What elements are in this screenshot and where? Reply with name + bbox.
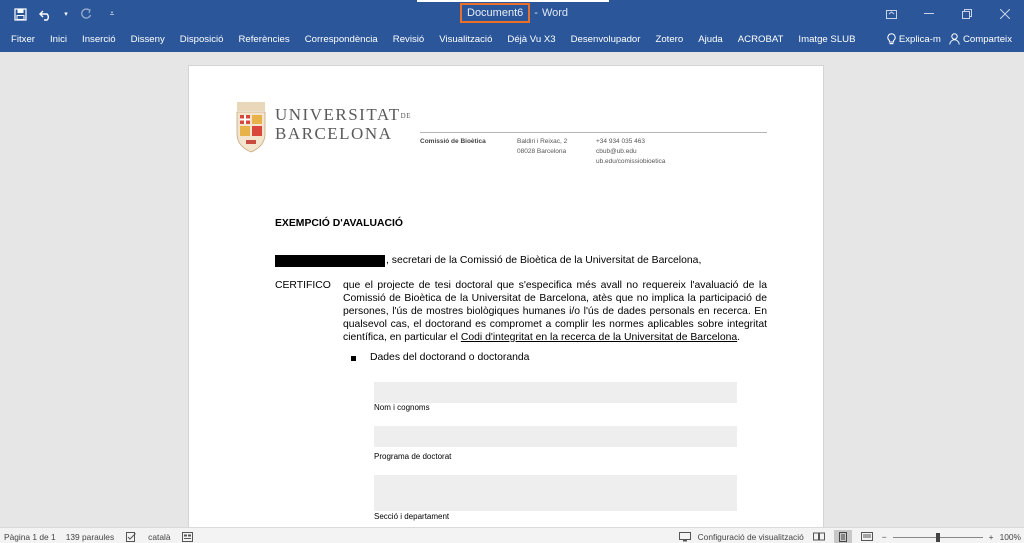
language-indicator[interactable]: català [148, 532, 170, 542]
accessibility-icon[interactable] [181, 531, 195, 543]
redacted-name [275, 255, 385, 267]
save-icon[interactable] [10, 4, 30, 24]
word-count[interactable]: 139 paraules [66, 532, 114, 542]
certifico-paragraph: que el projecte de tesi doctoral que s'e… [343, 280, 767, 345]
proofing-icon[interactable] [124, 531, 138, 543]
header-phone: +34 934 035 463 [596, 138, 645, 145]
ribbon-display-icon[interactable] [872, 0, 910, 28]
person-icon [949, 33, 960, 45]
undo-icon[interactable] [36, 4, 56, 24]
tab-referencies[interactable]: Referències [239, 34, 290, 45]
header-web: ub.edu/comissiobioetica [596, 158, 666, 165]
field-name-label: Nom i cognoms [374, 403, 430, 412]
title-separator: - [534, 7, 538, 19]
share-button[interactable]: Comparteix [949, 33, 1012, 45]
certifico-label: CERTIFICO [275, 280, 331, 291]
zoom-out-button[interactable]: − [882, 532, 887, 542]
lightbulb-icon [887, 33, 896, 45]
bullet-marker [351, 356, 356, 361]
display-settings-icon[interactable] [678, 531, 692, 543]
restore-icon[interactable] [948, 0, 986, 28]
university-de: DE [400, 112, 411, 120]
window-title: Document6 - Word [460, 3, 568, 23]
customize-qat-icon[interactable]: ⩡ [102, 4, 122, 24]
document-heading: EXEMPCIÓ D'AVALUACIÓ [275, 218, 403, 229]
page-count[interactable]: Pàgina 1 de 1 [4, 532, 56, 542]
display-settings-label[interactable]: Configuració de visualització [698, 532, 804, 542]
app-name: Word [541, 7, 569, 19]
tab-correspondencia[interactable]: Correspondència [305, 34, 378, 45]
university-name: UNIVERSITATDE BARCELONA [275, 106, 411, 142]
university-logo [236, 102, 266, 153]
tab-disseny[interactable]: Disseny [131, 34, 165, 45]
tab-zotero[interactable]: Zotero [655, 34, 683, 45]
tell-me-label: Explica-m [898, 33, 941, 45]
minimize-icon[interactable] [910, 0, 948, 28]
tab-imatge-slub[interactable]: Imatge SLUB [798, 34, 855, 45]
tab-inici[interactable]: Inici [50, 34, 67, 45]
tab-disposicio[interactable]: Disposició [180, 34, 224, 45]
redo-icon[interactable] [76, 4, 96, 24]
title-bar: ▾ ⩡ Document6 - Word [0, 0, 1024, 28]
integrity-code-link[interactable]: Codi d'integritat en la recerca de la Un… [461, 332, 737, 343]
tab-fitxer[interactable]: Fitxer [11, 34, 35, 45]
zoom-thumb[interactable] [935, 532, 940, 542]
share-label: Comparteix [962, 33, 1012, 45]
tab-insercio[interactable]: Inserció [82, 34, 116, 45]
header-rule [420, 132, 767, 133]
zoom-in-button[interactable]: + [989, 532, 994, 542]
undo-dropdown-icon[interactable]: ▾ [62, 4, 70, 24]
zoom-slider[interactable] [892, 531, 983, 543]
certifico-end: . [737, 331, 741, 343]
zoom-level[interactable]: 100% [1000, 532, 1021, 542]
header-committee: Comissió de Bioètica [420, 138, 486, 145]
print-layout-icon[interactable] [833, 530, 852, 543]
web-layout-icon[interactable] [858, 530, 876, 543]
header-address: Baldiri i Reixac, 2 08028 Barcelona [517, 137, 567, 157]
window-controls [872, 0, 1024, 28]
tab-ajuda[interactable]: Ajuda [698, 34, 723, 45]
document-page[interactable]: UNIVERSITATDE BARCELONA Comissió de Bioè… [189, 66, 823, 527]
header-contact: +34 934 035 463 cbub@ub.edu ub.edu/comis… [596, 137, 665, 167]
document-area[interactable]: UNIVERSITATDE BARCELONA Comissió de Bioè… [0, 52, 1024, 527]
university-line2: BARCELONA [275, 124, 393, 143]
secretary-line: , secretari de la Comissió de Bioètica d… [386, 255, 702, 266]
tab-deja-vu[interactable]: Déjà Vu X3 [507, 34, 555, 45]
field-department-input[interactable] [374, 475, 737, 511]
tab-desenvolupador[interactable]: Desenvolupador [571, 34, 641, 45]
read-mode-icon[interactable] [810, 530, 828, 543]
field-department-label: Secció i departament [374, 512, 450, 521]
ribbon-tabs: Fitxer Inici Inserció Disseny Disposició… [11, 34, 870, 45]
status-right: Configuració de visualització − + 100% [678, 530, 1021, 543]
tell-me-button[interactable]: Explica-m [887, 33, 941, 45]
university-line1: UNIVERSITAT [275, 105, 401, 124]
tab-acrobat[interactable]: ACROBAT [738, 34, 784, 45]
ribbon-tabs-bar: Fitxer Inici Inserció Disseny Disposició… [0, 28, 1024, 52]
address-line1: Baldiri i Reixac, 2 [517, 138, 568, 145]
ribbon-right-actions: Explica-m Comparteix [887, 33, 1012, 45]
field-program-label: Programa de doctorat [374, 452, 452, 461]
status-bar: Pàgina 1 de 1 139 paraules català Config… [0, 527, 1024, 543]
close-icon[interactable] [986, 0, 1024, 28]
bullet-doctorand-data: Dades del doctorand o doctoranda [370, 352, 530, 363]
address-line2: 08028 Barcelona [517, 148, 567, 155]
tab-revisio[interactable]: Revisió [393, 34, 424, 45]
tab-visualitzacio[interactable]: Visualització [439, 34, 492, 45]
title-accent-line [417, 0, 609, 2]
document-name: Document6 [460, 3, 531, 23]
quick-access-toolbar: ▾ ⩡ [10, 4, 122, 24]
status-left: Pàgina 1 de 1 139 paraules català [4, 531, 195, 543]
header-email: cbub@ub.edu [596, 148, 637, 155]
field-name-input[interactable] [374, 382, 737, 403]
field-program-input[interactable] [374, 426, 737, 447]
